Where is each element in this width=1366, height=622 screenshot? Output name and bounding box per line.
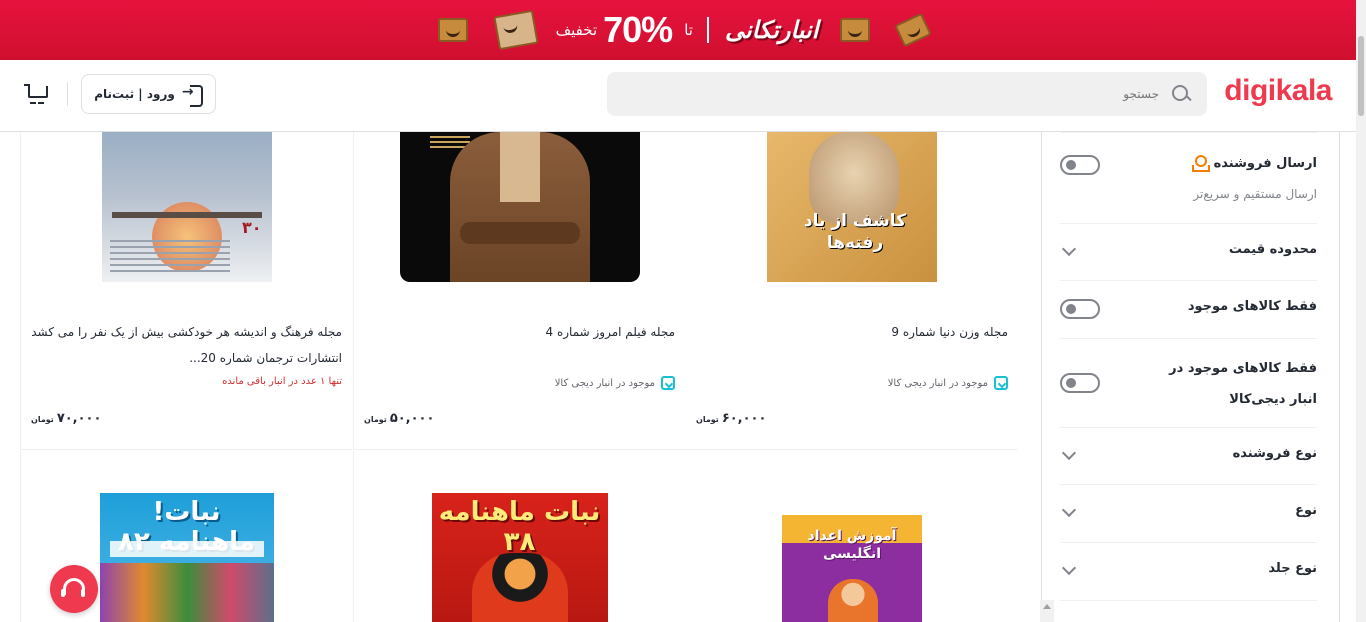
promo-banner[interactable]: تخفیف 70% تا انبارتکانی bbox=[0, 0, 1366, 60]
cover-issue-number: ۳۰ bbox=[241, 218, 262, 237]
price-value: ۶۰,۰۰۰ bbox=[721, 411, 767, 426]
filter-label: نوع bbox=[1295, 503, 1317, 518]
filter-seller-type[interactable]: نوع فروشنده bbox=[1060, 428, 1317, 485]
product-card[interactable]: ۳۰ مجله فرهنگ و اندیشه هر خودکشی بیش از … bbox=[20, 132, 352, 450]
product-card[interactable]: نبات ماهنامه ۳۸ bbox=[353, 451, 685, 622]
promo-upto: تا bbox=[684, 21, 693, 39]
box-icon bbox=[437, 18, 468, 42]
promo-divider bbox=[706, 17, 709, 43]
cover-illustration bbox=[471, 553, 568, 622]
search-bar[interactable] bbox=[607, 72, 1207, 116]
cover-title: کاشف از یاد رفته‌ها bbox=[803, 211, 907, 253]
cover-illustration bbox=[828, 579, 878, 622]
product-title[interactable]: مجله فیلم امروز شماره 4 bbox=[364, 319, 676, 345]
login-label: ورود | ثبت‌نام bbox=[94, 87, 175, 101]
product-image[interactable]: کاشف از یاد رفته‌ها bbox=[767, 132, 937, 282]
filter-label: فقط کالاهای موجود در انبار دیجی‌کالا bbox=[1169, 361, 1317, 407]
product-price: تومان ۶۰,۰۰۰ bbox=[696, 411, 766, 426]
stock-status: موجود در انبار دیجی کالا bbox=[555, 376, 675, 390]
in-stock-toggle[interactable] bbox=[1060, 299, 1100, 319]
cover-title: نبات! ماهنامه ۸۲ bbox=[118, 497, 255, 557]
promo-percent: 70% bbox=[603, 9, 673, 50]
page-scrollbar[interactable] bbox=[1356, 0, 1366, 622]
chevron-down-icon bbox=[1061, 502, 1077, 518]
search-icon bbox=[1171, 84, 1191, 104]
product-image[interactable]: ۳۰ bbox=[101, 132, 272, 282]
cover-title: نبات ماهنامه ۳۸ bbox=[438, 497, 601, 557]
seller-shipping-toggle[interactable] bbox=[1060, 155, 1100, 175]
product-image[interactable]: نبات! ماهنامه ۸۲ bbox=[99, 493, 274, 622]
filter-sidebar: ارسال فروشنده ارسال مستقیم و سریع‌تر محد… bbox=[1041, 132, 1340, 622]
digikala-logo[interactable]: digikala bbox=[1224, 74, 1332, 108]
portrait-illustration bbox=[459, 222, 580, 244]
currency-label: تومان bbox=[364, 415, 387, 424]
stock-status: موجود در انبار دیجی کالا bbox=[888, 376, 1008, 390]
filter-type[interactable]: نوع bbox=[1060, 485, 1317, 543]
filter-sublabel: ارسال مستقیم و سریع‌تر bbox=[1193, 187, 1317, 201]
cover-bridge bbox=[111, 212, 262, 236]
product-image[interactable]: نبات ماهنامه ۳۸ bbox=[431, 493, 608, 622]
product-card[interactable]: کاشف از یاد رفته‌ها مجله وزن دنیا شماره … bbox=[686, 132, 1018, 450]
promo-discount-word: تخفیف bbox=[555, 21, 598, 39]
warehouse-icon bbox=[661, 376, 675, 390]
filter-label: نوع جلد bbox=[1268, 561, 1317, 576]
chevron-down-icon bbox=[1061, 445, 1077, 461]
login-icon bbox=[182, 84, 203, 107]
currency-label: تومان bbox=[31, 415, 54, 424]
product-price: تومان ۵۰,۰۰۰ bbox=[364, 411, 434, 426]
sidebar-scroll-up-arrow[interactable] bbox=[1040, 600, 1054, 622]
filter-price-range[interactable]: محدوده قیمت bbox=[1060, 224, 1317, 281]
filter-label: فقط کالاهای موجود bbox=[1187, 299, 1317, 314]
product-image[interactable] bbox=[399, 132, 640, 282]
filter-in-stock[interactable]: فقط کالاهای موجود bbox=[1060, 281, 1317, 339]
product-price: تومان ۷۰,۰۰۰ bbox=[31, 411, 101, 426]
warehouse-icon bbox=[994, 376, 1008, 390]
support-headset-icon[interactable] bbox=[50, 565, 98, 613]
price-value: ۷۰,۰۰۰ bbox=[56, 411, 102, 426]
currency-label: تومان bbox=[696, 415, 719, 424]
filter-in-digikala-stock[interactable]: فقط کالاهای موجود در انبار دیجی‌کالا bbox=[1060, 339, 1317, 428]
search-input[interactable] bbox=[607, 87, 1159, 101]
promo-brand: انبارتکانی bbox=[724, 16, 819, 44]
product-title[interactable]: مجله فرهنگ و اندیشه هر خودکشی بیش از یک … bbox=[31, 319, 342, 371]
chevron-down-icon bbox=[1061, 560, 1077, 576]
box-icon bbox=[492, 9, 539, 51]
cover-text-block bbox=[109, 541, 264, 557]
digikala-stock-toggle[interactable] bbox=[1060, 373, 1100, 393]
scrollbar-thumb[interactable] bbox=[1358, 36, 1364, 116]
filter-label: ارسال فروشنده bbox=[1213, 155, 1317, 171]
filter-label: نوع فروشنده bbox=[1232, 446, 1317, 461]
box-icon bbox=[840, 18, 871, 42]
product-card[interactable]: آموزش اعداد انگلیسی bbox=[686, 451, 1018, 622]
filter-label: محدوده قیمت bbox=[1228, 242, 1317, 257]
cover-illustration bbox=[99, 563, 274, 622]
cover-title: آموزش اعداد انگلیسی bbox=[807, 528, 897, 562]
filter-seller-shipping[interactable]: ارسال فروشنده ارسال مستقیم و سریع‌تر bbox=[1060, 132, 1317, 224]
product-card[interactable]: مجله فیلم امروز شماره 4 موجود در انبار د… bbox=[353, 132, 685, 450]
stock-warning: تنها ۱ عدد در انبار باقی مانده bbox=[222, 376, 342, 387]
stock-label: موجود در انبار دیجی کالا bbox=[887, 377, 988, 389]
box-icon bbox=[894, 12, 933, 48]
filter-label-row: ارسال فروشنده bbox=[1191, 155, 1317, 172]
cover-text-block bbox=[109, 240, 230, 276]
seller-icon bbox=[1191, 155, 1210, 172]
cart-icon[interactable] bbox=[24, 84, 48, 102]
page: تخفیف 70% تا انبارتکانی digikala ورود | … bbox=[0, 0, 1366, 622]
product-image[interactable]: آموزش اعداد انگلیسی bbox=[782, 515, 922, 622]
stock-label: موجود در انبار دیجی کالا bbox=[554, 377, 655, 389]
header-divider bbox=[67, 82, 68, 106]
chevron-down-icon bbox=[1061, 241, 1077, 257]
product-title[interactable]: مجله وزن دنیا شماره 9 bbox=[696, 319, 1008, 345]
filter-binding-type[interactable]: نوع جلد bbox=[1060, 543, 1317, 601]
portrait-illustration bbox=[499, 132, 540, 202]
header: digikala ورود | ثبت‌نام bbox=[0, 60, 1356, 132]
login-button[interactable]: ورود | ثبت‌نام bbox=[81, 74, 216, 114]
price-value: ۵۰,۰۰۰ bbox=[389, 411, 435, 426]
